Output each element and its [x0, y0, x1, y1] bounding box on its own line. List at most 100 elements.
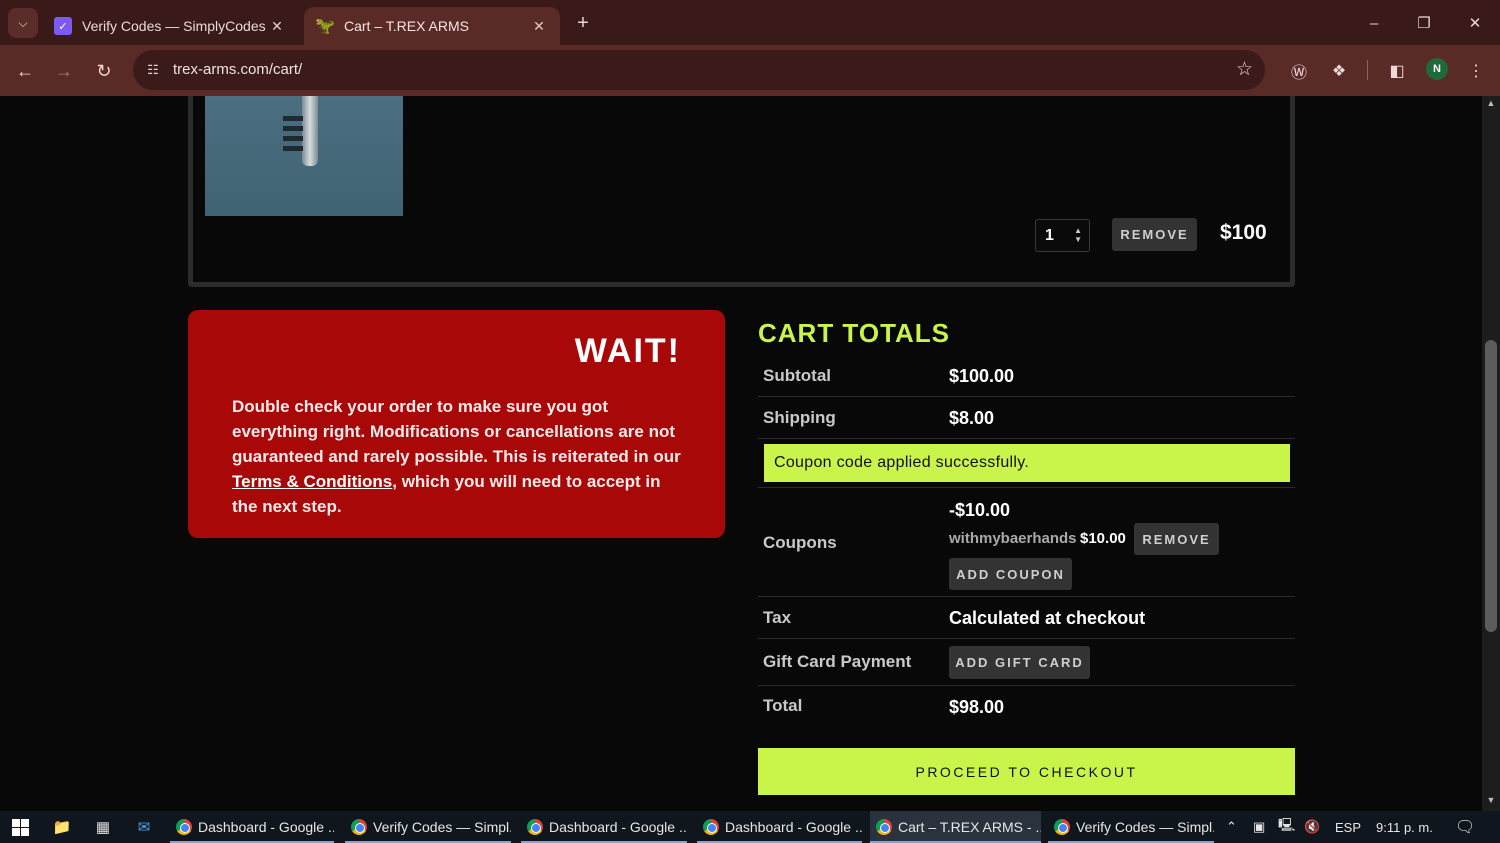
- trex-icon: 🦖: [315, 18, 335, 35]
- meet-now-icon[interactable]: ▣: [1253, 811, 1265, 843]
- row-divider: [758, 487, 1295, 488]
- tax-value: Calculated at checkout: [949, 608, 1146, 628]
- file-explorer-icon[interactable]: 📁: [48, 815, 76, 839]
- side-panel-icon[interactable]: ◧: [1383, 57, 1411, 85]
- coupon-amount: $10.00: [1080, 530, 1126, 547]
- spinner-arrows-icon[interactable]: ▲ ▼: [1074, 226, 1082, 244]
- windows-taskbar: 📁 ▦ ✉ Dashboard - Google ... Verify Code…: [0, 811, 1500, 843]
- page-scrollbar[interactable]: ▲ ▼: [1482, 96, 1500, 811]
- total-label: Total: [763, 696, 803, 715]
- back-button[interactable]: ←: [11, 57, 39, 85]
- taskbar-app-chrome[interactable]: Dashboard - Google ...: [170, 811, 334, 843]
- close-window-button[interactable]: ✕: [1455, 8, 1495, 38]
- total-value: $98.00: [949, 697, 1005, 717]
- close-icon[interactable]: ✕: [530, 18, 548, 35]
- scroll-up-arrow-icon[interactable]: ▲: [1482, 98, 1500, 112]
- arrow-left-icon: ←: [16, 60, 34, 81]
- store-icon[interactable]: ▦: [89, 815, 117, 839]
- extensions-puzzle-icon[interactable]: ❖: [1325, 57, 1353, 85]
- quantity-value[interactable]: 1: [1045, 227, 1054, 244]
- scroll-down-arrow-icon[interactable]: ▼: [1482, 795, 1500, 809]
- scrollbar-thumb[interactable]: [1485, 340, 1497, 632]
- extension-w-icon[interactable]: Ⓦ: [1285, 57, 1313, 85]
- address-bar[interactable]: ☷ trex-arms.com/cart/ ☆: [133, 50, 1265, 90]
- site-info-icon[interactable]: ☷: [143, 60, 163, 80]
- plus-icon: +: [577, 11, 589, 34]
- chrome-icon: [176, 819, 192, 835]
- quantity-stepper[interactable]: 1 ▲ ▼: [1035, 219, 1090, 252]
- forward-button[interactable]: →: [50, 57, 78, 85]
- subtotal-value: $100.00: [949, 366, 1015, 386]
- product-image[interactable]: [205, 96, 403, 216]
- taskbar-app-chrome-active[interactable]: Cart – T.REX ARMS - ...: [870, 811, 1041, 843]
- profile-avatar[interactable]: N: [1426, 58, 1448, 80]
- row-divider: [758, 596, 1295, 597]
- simplycodes-icon: ✓: [54, 17, 72, 35]
- new-tab-button[interactable]: +: [570, 10, 596, 36]
- reload-button[interactable]: ↻: [90, 57, 118, 85]
- start-button[interactable]: [6, 815, 34, 839]
- taskbar-app-chrome[interactable]: Dashboard - Google ...: [521, 811, 687, 843]
- cart-item-card: 1 ▲ ▼ REMOVE $100: [188, 96, 1295, 287]
- taskbar-app-title: Dashboard - Google ...: [549, 819, 687, 835]
- mail-icon[interactable]: ✉: [130, 815, 158, 839]
- gift-card-label: Gift Card Payment: [763, 652, 912, 671]
- menu-kebab-icon[interactable]: ⋮: [1462, 57, 1490, 85]
- shipping-value: $8.00: [949, 408, 995, 428]
- close-icon[interactable]: ✕: [268, 18, 286, 35]
- add-gift-card-button[interactable]: ADD GIFT CARD: [949, 646, 1090, 679]
- chrome-icon: [876, 819, 892, 835]
- language-indicator[interactable]: ESP: [1335, 811, 1361, 843]
- restore-icon: ❐: [1417, 15, 1431, 32]
- close-icon: ✕: [1468, 15, 1482, 32]
- tax-label: Tax: [763, 608, 792, 627]
- browser-toolbar: ← → ↻ ☷ trex-arms.com/cart/ ☆ Ⓦ ❖ ◧ ⋮: [0, 45, 1500, 96]
- url-text[interactable]: trex-arms.com/cart/: [173, 61, 302, 78]
- chrome-icon: [527, 819, 543, 835]
- notifications-icon[interactable]: 🗨: [1455, 811, 1475, 843]
- network-icon[interactable]: 🖳: [1278, 811, 1295, 843]
- chrome-icon: [351, 819, 367, 835]
- proceed-to-checkout-button[interactable]: PROCEED TO CHECKOUT: [758, 748, 1295, 795]
- subtotal-label: Subtotal: [763, 366, 831, 385]
- wait-text-before: Double check your order to make sure you…: [232, 397, 681, 466]
- taskbar-app-title: Verify Codes — Simpl...: [1076, 819, 1214, 835]
- chevron-down-icon: ⌵: [18, 15, 28, 30]
- shipping-label: Shipping: [763, 408, 836, 427]
- tab-simplycodes[interactable]: ✓ Verify Codes — SimplyCodes ✕: [42, 7, 298, 45]
- terms-conditions-link[interactable]: Terms & Conditions: [232, 472, 392, 491]
- row-divider: [758, 638, 1295, 639]
- tab-trex-cart[interactable]: 🦖 Cart – T.REX ARMS ✕: [304, 7, 560, 45]
- tab-title: Verify Codes — SimplyCodes: [82, 18, 266, 34]
- clock[interactable]: 9:11 p. m.: [1376, 811, 1433, 843]
- row-divider: [758, 438, 1295, 439]
- add-coupon-button[interactable]: ADD COUPON: [949, 558, 1072, 590]
- reload-icon: ↻: [96, 60, 112, 81]
- taskbar-app-chrome[interactable]: Verify Codes — Simpl...: [345, 811, 511, 843]
- tab-search-button[interactable]: ⌵: [8, 8, 38, 38]
- minimize-button[interactable]: –: [1354, 8, 1394, 38]
- wait-message: Double check your order to make sure you…: [232, 394, 682, 519]
- restore-button[interactable]: ❐: [1404, 8, 1444, 38]
- coupons-discount: -$10.00: [949, 500, 1011, 520]
- taskbar-app-title: Dashboard - Google ...: [198, 819, 334, 835]
- remove-item-button[interactable]: REMOVE: [1112, 218, 1197, 251]
- taskbar-app-title: Verify Codes — Simpl...: [373, 819, 511, 835]
- windows-logo-icon: [11, 818, 29, 836]
- show-hidden-icons[interactable]: ⌃: [1226, 811, 1237, 843]
- product-part-shape: [302, 96, 318, 166]
- item-price: $100: [1220, 221, 1267, 244]
- row-divider: [758, 396, 1295, 397]
- remove-coupon-button[interactable]: REMOVE: [1134, 523, 1219, 555]
- chrome-icon: [1054, 819, 1070, 835]
- taskbar-app-chrome[interactable]: Dashboard - Google ...: [697, 811, 862, 843]
- wait-title: WAIT!: [574, 332, 681, 370]
- taskbar-app-chrome[interactable]: Verify Codes — Simpl...: [1048, 811, 1214, 843]
- coupon-code: withmybaerhands: [949, 530, 1077, 547]
- volume-muted-icon[interactable]: 🔇: [1304, 811, 1320, 843]
- browser-tab-bar: ⌵ ✓ Verify Codes — SimplyCodes ✕ 🦖 Cart …: [0, 0, 1500, 45]
- minimize-icon: –: [1369, 14, 1379, 32]
- chevron-up-icon: ⌃: [1226, 819, 1237, 834]
- cart-totals-title: CART TOTALS: [758, 318, 951, 348]
- bookmark-star-icon[interactable]: ☆: [1236, 58, 1253, 81]
